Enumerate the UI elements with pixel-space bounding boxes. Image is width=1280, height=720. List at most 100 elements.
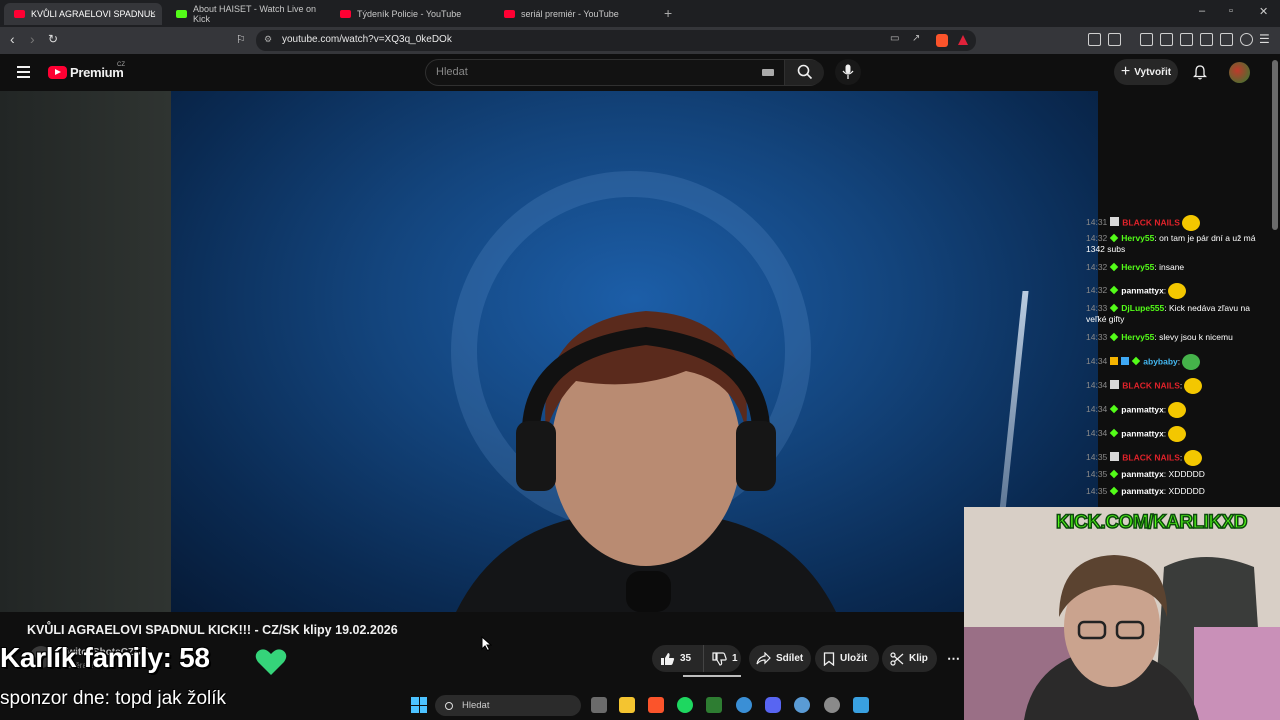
spotify-icon[interactable]	[677, 697, 693, 713]
new-tab-button[interactable]: +	[664, 5, 672, 21]
address-bar[interactable]: ⚙ youtube.com/watch?v=XQ3q_0keDOk ▭ ↗	[256, 30, 976, 51]
browser-tab[interactable]: seriál premiér - YouTube	[494, 3, 658, 25]
dislike-count: 1	[732, 653, 738, 664]
chat-text: : slevy jsou k nicemu	[1154, 332, 1233, 342]
logo-text: Premium	[70, 65, 124, 80]
chat-user: panmattyx	[1121, 486, 1164, 496]
chat-text: :	[1163, 428, 1167, 439]
edge-icon[interactable]	[736, 697, 752, 713]
more-actions-button[interactable]: ⋯	[941, 645, 966, 672]
site-info-icon[interactable]: ⚙	[264, 34, 272, 45]
cast-icon[interactable]: ▭	[890, 33, 899, 44]
chat-time: 14:33	[1086, 303, 1108, 313]
family-counter-overlay: Karlík family: 58	[0, 642, 210, 673]
maximize-icon[interactable]: ▫	[1229, 5, 1233, 17]
video-player[interactable]	[171, 91, 1098, 612]
keyboard-icon[interactable]	[762, 69, 774, 76]
chat-text: :	[1163, 285, 1167, 296]
share-page-icon[interactable]: ↗	[912, 33, 920, 44]
create-button[interactable]: + Vytvořit	[1114, 59, 1178, 85]
close-tab-icon[interactable]: ×	[150, 8, 156, 20]
page-scrollbar[interactable]	[1272, 60, 1278, 230]
save-button[interactable]: Uložit	[815, 645, 879, 672]
search-icon	[445, 701, 453, 710]
chat-user: BLACK NAILS	[1122, 217, 1180, 228]
youtube-logo[interactable]: Premium	[48, 65, 124, 80]
bookmark-save-icon	[823, 651, 835, 666]
bookmark-icon[interactable]: ⚐	[236, 33, 246, 46]
chat-time: 14:35	[1086, 486, 1108, 496]
badge-icon	[1110, 469, 1119, 479]
browser-icon[interactable]	[794, 697, 810, 713]
emote-icon	[1182, 354, 1201, 370]
badge-icon	[1110, 486, 1119, 496]
like-button[interactable]: 35	[652, 645, 704, 672]
taskbar-search[interactable]: Hledat	[435, 695, 581, 716]
task-view-icon[interactable]	[591, 697, 607, 713]
badge-icon	[1110, 429, 1119, 438]
photos-icon[interactable]	[853, 697, 869, 713]
emote-icon	[1168, 402, 1187, 418]
clip-label: Klip	[909, 653, 928, 664]
chat-user: BLACK NAILS	[1122, 380, 1180, 391]
minimize-icon[interactable]: –	[1199, 5, 1205, 17]
tab-title: KVŮLI AGRAELOVI SPADNUL	[31, 9, 156, 19]
share-button[interactable]: Sdílet	[749, 645, 811, 672]
save-label: Uložit	[840, 653, 868, 664]
chat-time: 14:35	[1086, 452, 1108, 463]
chat-time: 14:35	[1086, 469, 1108, 479]
media-icon[interactable]	[1160, 33, 1173, 46]
browser-toolbar: ‹ › ↻ ⚐ ⚙ youtube.com/watch?v=XQ3q_0keDO…	[0, 27, 1280, 54]
wallet-icon[interactable]	[1108, 33, 1121, 46]
chat-message: 14:35 panmattyx: XDDDDD	[1086, 469, 1270, 480]
leo-ai-icon[interactable]	[1220, 33, 1233, 46]
country-code: CZ	[117, 62, 125, 68]
brave-rewards-icon[interactable]	[958, 35, 968, 45]
search-input[interactable]	[436, 66, 736, 78]
voice-search-button[interactable]	[835, 59, 861, 85]
emote-icon	[1181, 215, 1200, 231]
brave-icon[interactable]	[648, 697, 664, 713]
reload-icon[interactable]: ↻	[48, 32, 58, 46]
browser-tab[interactable]: Týdeník Policie - YouTube	[330, 3, 492, 25]
hamburger-menu-icon[interactable]	[17, 66, 30, 81]
sponsor-overlay: sponzor dne: topd jak žolík	[0, 688, 227, 709]
close-window-icon[interactable]: ✕	[1259, 5, 1268, 18]
account-avatar[interactable]	[1229, 62, 1250, 83]
chat-user: DjLupe555	[1121, 303, 1165, 313]
chat-user: panmattyx	[1121, 428, 1164, 439]
browser-tab[interactable]: KVŮLI AGRAELOVI SPADNUL ×	[4, 3, 162, 25]
badge-icon	[1110, 332, 1119, 342]
windows-start-icon[interactable]	[411, 697, 427, 713]
dislike-button[interactable]: 1	[704, 645, 738, 672]
microphone-icon	[842, 64, 854, 79]
app-icon[interactable]	[706, 697, 722, 713]
share-icon	[756, 652, 771, 665]
browser-tab[interactable]: About HAISET - Watch Live on Kick	[166, 3, 330, 25]
downloads-icon[interactable]	[1140, 33, 1153, 46]
badge-icon	[1110, 303, 1119, 313]
brave-shield-icon[interactable]	[936, 34, 948, 47]
chat-text: :	[1179, 380, 1183, 391]
notifications-bell-icon[interactable]	[1193, 65, 1207, 80]
back-icon[interactable]: ‹	[10, 31, 15, 47]
extensions-icon[interactable]	[1088, 33, 1101, 46]
sidebar-icon[interactable]	[1180, 33, 1193, 46]
streamer-figure	[456, 311, 836, 612]
menu-icon[interactable]: ☰	[1259, 32, 1270, 46]
wallet-icon[interactable]	[1200, 33, 1213, 46]
forward-icon[interactable]: ›	[30, 31, 35, 47]
vpn-icon[interactable]	[1240, 33, 1253, 46]
badge-icon	[1121, 357, 1130, 366]
create-label: Vytvořit	[1134, 66, 1172, 78]
badge-icon	[1110, 452, 1120, 462]
backdrop-beam	[999, 291, 1029, 511]
discord-icon[interactable]	[765, 697, 781, 713]
settings-icon[interactable]	[824, 697, 840, 713]
chat-message: 14:31 BLACK NAILS	[1086, 215, 1270, 231]
clip-button[interactable]: Klip	[882, 645, 937, 672]
thumbs-down-icon	[712, 651, 727, 666]
search-button[interactable]	[784, 60, 824, 85]
file-explorer-icon[interactable]	[619, 697, 635, 713]
youtube-icon	[504, 10, 515, 18]
